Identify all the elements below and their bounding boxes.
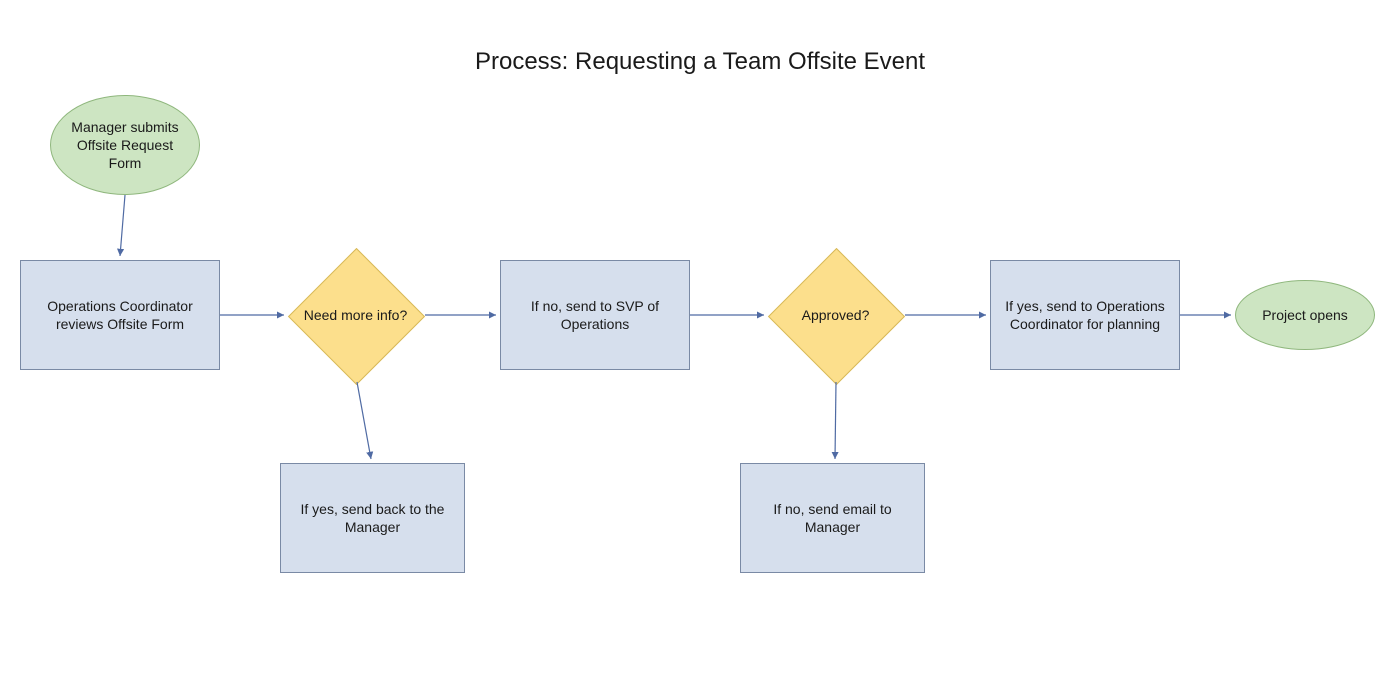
connectors [0,0,1400,697]
flowchart-canvas: Manager submits Offsite Request Form Ope… [0,0,1400,697]
